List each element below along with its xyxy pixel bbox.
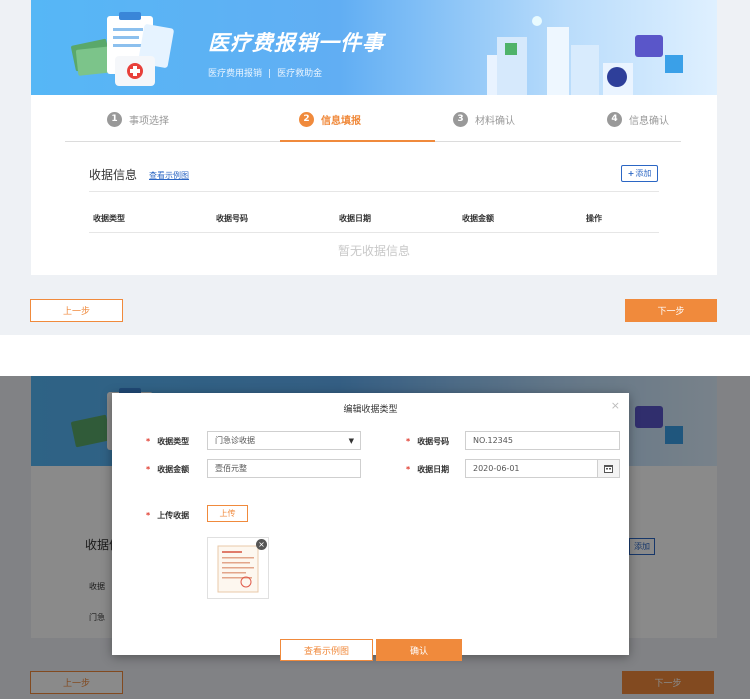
required-mark: * <box>406 437 411 446</box>
receipt-date-label: * 收据日期 <box>406 465 450 474</box>
prev-step-button[interactable]: 上一步 <box>30 299 123 322</box>
dialog-title: 编辑收据类型 <box>343 405 398 415</box>
required-mark: * <box>406 465 411 474</box>
step-1[interactable]: 1 事项选择 <box>107 96 169 142</box>
col-receipt-type: 收据类型 <box>93 214 125 223</box>
banner-subtitle: 医疗费用报销 | 医疗救助金 <box>208 66 322 79</box>
add-receipt-label: 添加 <box>635 169 652 178</box>
active-step-underline <box>280 140 435 142</box>
view-example-link[interactable]: 查看示例图 <box>149 170 189 181</box>
step-1-number: 1 <box>107 111 122 127</box>
step-2-number: 2 <box>299 111 314 127</box>
banner-sub-left: 医疗费用报销 <box>208 69 263 79</box>
step-2-label: 信息填报 <box>321 115 361 127</box>
col-receipt-number: 收据号码 <box>216 214 248 223</box>
step-progress: 1 事项选择 2 信息填报 3 材料确认 4 信息确认 <box>65 96 681 142</box>
dropdown-caret-icon: ▼ <box>348 437 354 445</box>
step-3[interactable]: 3 材料确认 <box>453 96 515 142</box>
step-3-label: 材料确认 <box>475 115 515 127</box>
banner-title: 医疗费报销一件事 <box>208 31 384 55</box>
receipt-amount-placeholder: 壹佰元整 <box>215 464 247 473</box>
section-divider <box>89 191 659 192</box>
receipt-section-title: 收据信息 <box>89 168 138 182</box>
col-actions: 操作 <box>586 214 602 223</box>
receipt-amount-label: * 收据金额 <box>146 465 190 474</box>
receipt-amount-input[interactable]: 壹佰元整 <box>207 459 361 478</box>
receipt-number-value: NO.12345 <box>473 436 513 445</box>
form-card: 医疗费报销一件事 医疗费用报销 | 医疗救助金 1 事项选择 2 信息填报 3 … <box>31 0 717 275</box>
required-mark: * <box>146 465 151 474</box>
upload-button[interactable]: 上传 <box>207 505 248 522</box>
col-receipt-date: 收据日期 <box>339 214 371 223</box>
next-step-button[interactable]: 下一步 <box>625 299 717 322</box>
receipt-number-input[interactable]: NO.12345 <box>465 431 620 450</box>
receipt-type-value: 门急诊收据 <box>215 436 255 445</box>
remove-thumbnail-icon[interactable]: × <box>256 539 267 550</box>
step-1-label: 事项选择 <box>129 115 169 127</box>
col-receipt-amount: 收据金额 <box>462 214 494 223</box>
plus-icon: + <box>627 169 635 178</box>
step-3-number: 3 <box>453 111 468 127</box>
receipt-type-label: * 收据类型 <box>146 437 190 446</box>
confirm-button[interactable]: 确认 <box>376 639 462 661</box>
step-4[interactable]: 4 信息确认 <box>607 96 669 142</box>
receipt-date-value: 2020-06-01 <box>473 464 520 473</box>
step-2[interactable]: 2 信息填报 <box>299 96 361 142</box>
receipt-number-label: * 收据号码 <box>406 437 450 446</box>
empty-table-message: 暂无收据信息 <box>337 244 410 258</box>
step-4-number: 4 <box>607 111 622 127</box>
close-icon[interactable]: × <box>611 399 620 412</box>
hospital-buildings-illustration <box>487 16 683 95</box>
medical-documents-illustration <box>71 12 174 86</box>
banner: 医疗费报销一件事 医疗费用报销 | 医疗救助金 <box>31 0 717 95</box>
receipt-date-picker[interactable]: 2020-06-01 <box>465 459 620 478</box>
receipt-type-select[interactable]: 门急诊收据 ▼ <box>207 431 361 450</box>
banner-sub-separator: | <box>268 69 272 79</box>
top-page-view: 医疗费报销一件事 医疗费用报销 | 医疗救助金 1 事项选择 2 信息填报 3 … <box>0 0 750 335</box>
required-mark: * <box>146 437 151 446</box>
add-receipt-button[interactable]: + 添加 <box>621 165 658 182</box>
banner-sub-right: 医疗救助金 <box>277 69 323 79</box>
calendar-icon[interactable] <box>597 460 619 477</box>
edit-receipt-dialog: 编辑收据类型 × * 收据类型 门急诊收据 ▼ * 收据号码 NO.12345 * 收… <box>112 393 629 661</box>
step-4-label: 信息确认 <box>629 115 669 127</box>
upload-receipt-label: * 上传收据 <box>146 511 190 520</box>
bottom-page-view-with-modal: 收据信 添加 收据 门急 上一步 下一步 编辑收据类型 × * 收据类型 门急诊收… <box>0 376 750 699</box>
table-header-divider <box>89 232 659 233</box>
required-mark: * <box>146 511 151 520</box>
view-example-button[interactable]: 查看示例图 <box>280 639 373 661</box>
